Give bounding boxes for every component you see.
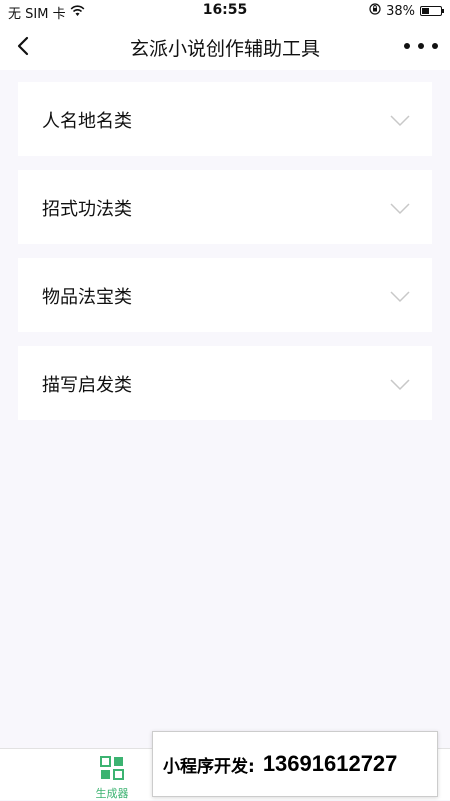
battery-fill <box>422 8 429 14</box>
promo-phone: 13691612727 <box>262 751 398 776</box>
battery-percent: 38% <box>386 3 415 19</box>
chevron-down-icon <box>390 200 410 215</box>
nav-bar: 玄派小说创作辅助工具 <box>0 22 450 70</box>
battery-icon <box>420 6 444 16</box>
category-label: 物品法宝类 <box>42 287 132 308</box>
more-dot <box>404 43 410 49</box>
chevron-down-icon <box>390 112 410 127</box>
battery-cap <box>442 9 444 13</box>
more-dot <box>418 43 424 49</box>
category-list: 人名地名类 招式功法类 物品法宝类 描写启发类 <box>18 82 432 434</box>
category-item-names-places[interactable]: 人名地名类 <box>18 82 432 156</box>
grid-icon <box>99 755 125 781</box>
promo-label: 小程序开发: <box>163 756 255 777</box>
category-item-items-treasures[interactable]: 物品法宝类 <box>18 258 432 332</box>
category-label: 人名地名类 <box>42 111 132 132</box>
category-item-moves-skills[interactable]: 招式功法类 <box>18 170 432 244</box>
page-title: 玄派小说创作辅助工具 <box>129 38 320 60</box>
status-bar: 无 SIM 卡 16:55 38% <box>0 0 450 22</box>
category-label: 描写启发类 <box>42 375 132 396</box>
chevron-down-icon <box>390 376 410 391</box>
promo-banner: 小程序开发: 13691612727 <box>152 731 438 797</box>
more-dot <box>432 43 438 49</box>
chevron-down-icon <box>390 288 410 303</box>
tab-generator[interactable]: 生成器 <box>82 755 142 800</box>
orientation-lock-icon <box>369 3 381 19</box>
tab-label: 生成器 <box>95 787 129 800</box>
status-right: 38% <box>369 3 444 19</box>
category-item-description-inspiration[interactable]: 描写启发类 <box>18 346 432 420</box>
category-label: 招式功法类 <box>42 199 132 220</box>
more-horizontal-icon[interactable] <box>404 34 438 58</box>
